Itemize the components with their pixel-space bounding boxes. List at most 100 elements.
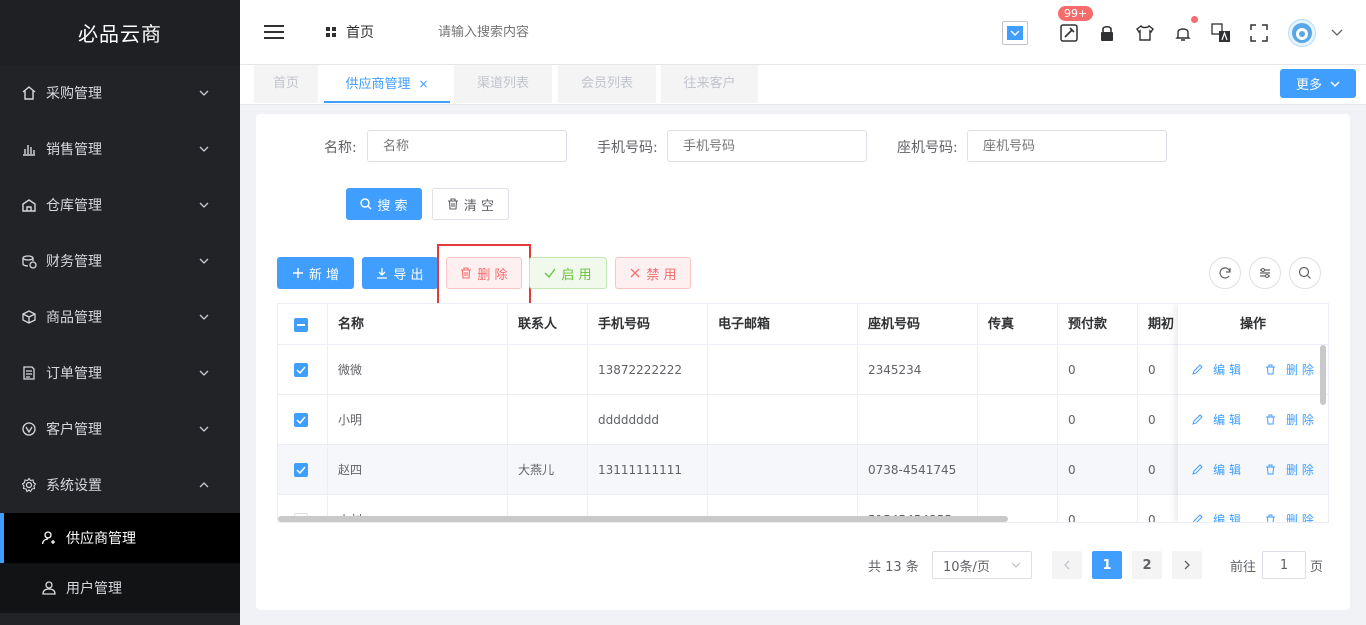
refresh-button[interactable]: [1209, 257, 1241, 289]
sidebar-item-label: 销售管理: [46, 142, 102, 158]
grid-icon: [326, 27, 336, 37]
sidebar-item-user[interactable]: 用户管理: [0, 563, 240, 613]
cell-mobile: dddddddd: [588, 395, 708, 445]
sidebar-item-label: 订单管理: [46, 366, 102, 382]
sidebar-item-customer[interactable]: 客户管理: [0, 401, 240, 457]
global-search-input[interactable]: [438, 24, 638, 40]
tab-home[interactable]: 首页: [254, 65, 318, 103]
clear-button[interactable]: 清 空: [432, 188, 509, 220]
column-settings-button[interactable]: [1249, 257, 1281, 289]
delete-label: 删 除: [1286, 463, 1314, 477]
chevron-down-icon: [198, 87, 210, 99]
edit-link[interactable]: 编 辑: [1186, 461, 1247, 478]
cell-email: [708, 345, 858, 395]
cell-prepay: 0: [1058, 345, 1138, 395]
row-checkbox[interactable]: [294, 463, 308, 477]
sidebar-item-order[interactable]: 订单管理: [0, 345, 240, 401]
chevron-down-icon[interactable]: [1326, 22, 1348, 44]
toggle-search-button[interactable]: [1289, 257, 1321, 289]
sidebar-item-settings[interactable]: 系统设置: [0, 457, 240, 513]
select-all-checkbox[interactable]: [294, 318, 308, 332]
hamburger-icon[interactable]: [264, 23, 286, 41]
warehouse-icon: [20, 196, 38, 214]
landline-filter-input[interactable]: [967, 130, 1167, 162]
row-checkbox[interactable]: [294, 413, 308, 427]
page-1-button[interactable]: 1: [1092, 551, 1122, 579]
tab-contacts[interactable]: 往来客户: [661, 65, 758, 103]
fullscreen-icon[interactable]: [1248, 22, 1270, 44]
cell-fax: [978, 345, 1058, 395]
col-header-contact[interactable]: 联系人: [508, 304, 588, 345]
more-label: 更多: [1295, 78, 1322, 93]
vertical-scrollbar[interactable]: [1320, 345, 1326, 405]
avatar[interactable]: [1288, 18, 1316, 47]
sidebar-item-product[interactable]: 商品管理: [0, 289, 240, 345]
translate-icon[interactable]: [1210, 22, 1232, 44]
chevron-down-icon: [198, 311, 210, 323]
col-header-email[interactable]: 电子邮箱: [708, 304, 858, 345]
edit-link[interactable]: 编 辑: [1186, 411, 1247, 428]
pencil-icon: [1192, 364, 1203, 375]
table-row[interactable]: 赵四 大燕儿 13111111111 0738-4541745 0 0: [278, 445, 1328, 495]
col-header-fax[interactable]: 传真: [978, 304, 1058, 345]
bell-icon[interactable]: [1172, 15, 1198, 44]
disable-button[interactable]: 禁 用: [615, 257, 691, 289]
shirt-icon[interactable]: [1134, 22, 1156, 44]
settings-submenu: 供应商管理 用户管理: [0, 513, 240, 613]
page-size-select[interactable]: 10条/页: [932, 551, 1032, 579]
add-button[interactable]: 新 增: [277, 257, 354, 289]
row-checkbox[interactable]: [294, 363, 308, 377]
goto-page-input[interactable]: 1: [1262, 551, 1306, 579]
delete-link[interactable]: 删 除: [1259, 461, 1320, 478]
sidebar-item-purchase[interactable]: 采购管理: [0, 65, 240, 121]
col-header-landline[interactable]: 座机号码: [858, 304, 978, 345]
tab-supplier[interactable]: 供应商管理 ×: [324, 65, 450, 103]
row-select-cell: [278, 395, 328, 445]
chevron-down-icon: [198, 255, 210, 267]
next-page-button[interactable]: [1172, 551, 1202, 579]
close-icon[interactable]: ×: [418, 77, 428, 91]
cell-mobile: 13872222222: [588, 345, 708, 395]
bar-chart-icon: [20, 140, 38, 158]
search-button[interactable]: 搜 索: [346, 188, 422, 220]
dropdown-select-icon[interactable]: [1002, 20, 1028, 45]
horizontal-scrollbar[interactable]: [278, 516, 1008, 522]
sidebar-item-warehouse[interactable]: 仓库管理: [0, 177, 240, 233]
col-header-name[interactable]: 名称: [328, 304, 508, 345]
box-icon: [20, 308, 38, 326]
more-tabs-button[interactable]: 更多: [1280, 69, 1356, 98]
table-row[interactable]: 小明 dddddddd 0 0: [278, 395, 1328, 445]
trash-icon: [1265, 364, 1276, 375]
enable-button[interactable]: 启 用: [529, 257, 607, 289]
tab-channel[interactable]: 渠道列表: [454, 65, 552, 103]
chevron-left-icon: [1064, 560, 1070, 570]
prev-page-button[interactable]: [1052, 551, 1082, 579]
row-actions: 编 辑 删 除: [1178, 345, 1328, 395]
sidebar-item-label: 客户管理: [46, 422, 102, 438]
sidebar-item-sales[interactable]: 销售管理: [0, 121, 240, 177]
page-2-button[interactable]: 2: [1132, 551, 1162, 579]
col-header-mobile[interactable]: 手机号码: [588, 304, 708, 345]
delete-link[interactable]: 删 除: [1259, 411, 1320, 428]
name-filter-input[interactable]: [367, 130, 567, 162]
delete-link[interactable]: 删 除: [1259, 511, 1320, 522]
edit-link[interactable]: 编 辑: [1186, 361, 1247, 378]
edit-label: 编 辑: [1213, 463, 1241, 477]
breadcrumb[interactable]: 首页: [326, 22, 374, 42]
table-row[interactable]: 微微 13872222222 2345234 0 0: [278, 345, 1328, 395]
delete-link[interactable]: 删 除: [1259, 361, 1320, 378]
row-actions: 编 辑 删 除: [1178, 445, 1328, 495]
edit-link[interactable]: 编 辑: [1186, 511, 1247, 522]
sidebar-item-label: 商品管理: [46, 310, 102, 326]
page-suffix-label: 页: [1310, 559, 1324, 575]
sidebar-item-supplier[interactable]: 供应商管理: [0, 513, 240, 563]
export-button[interactable]: 导 出: [362, 257, 438, 289]
col-header-prepay[interactable]: 预付款: [1058, 304, 1138, 345]
sidebar-item-label: 财务管理: [46, 254, 102, 270]
lock-icon[interactable]: [1096, 22, 1118, 44]
cell-fax: [978, 445, 1058, 495]
tab-member[interactable]: 会员列表: [558, 65, 656, 103]
sidebar-item-finance[interactable]: 财务管理: [0, 233, 240, 289]
mobile-filter-input[interactable]: [667, 130, 867, 162]
tools-icon[interactable]: 99+: [1058, 5, 1094, 44]
